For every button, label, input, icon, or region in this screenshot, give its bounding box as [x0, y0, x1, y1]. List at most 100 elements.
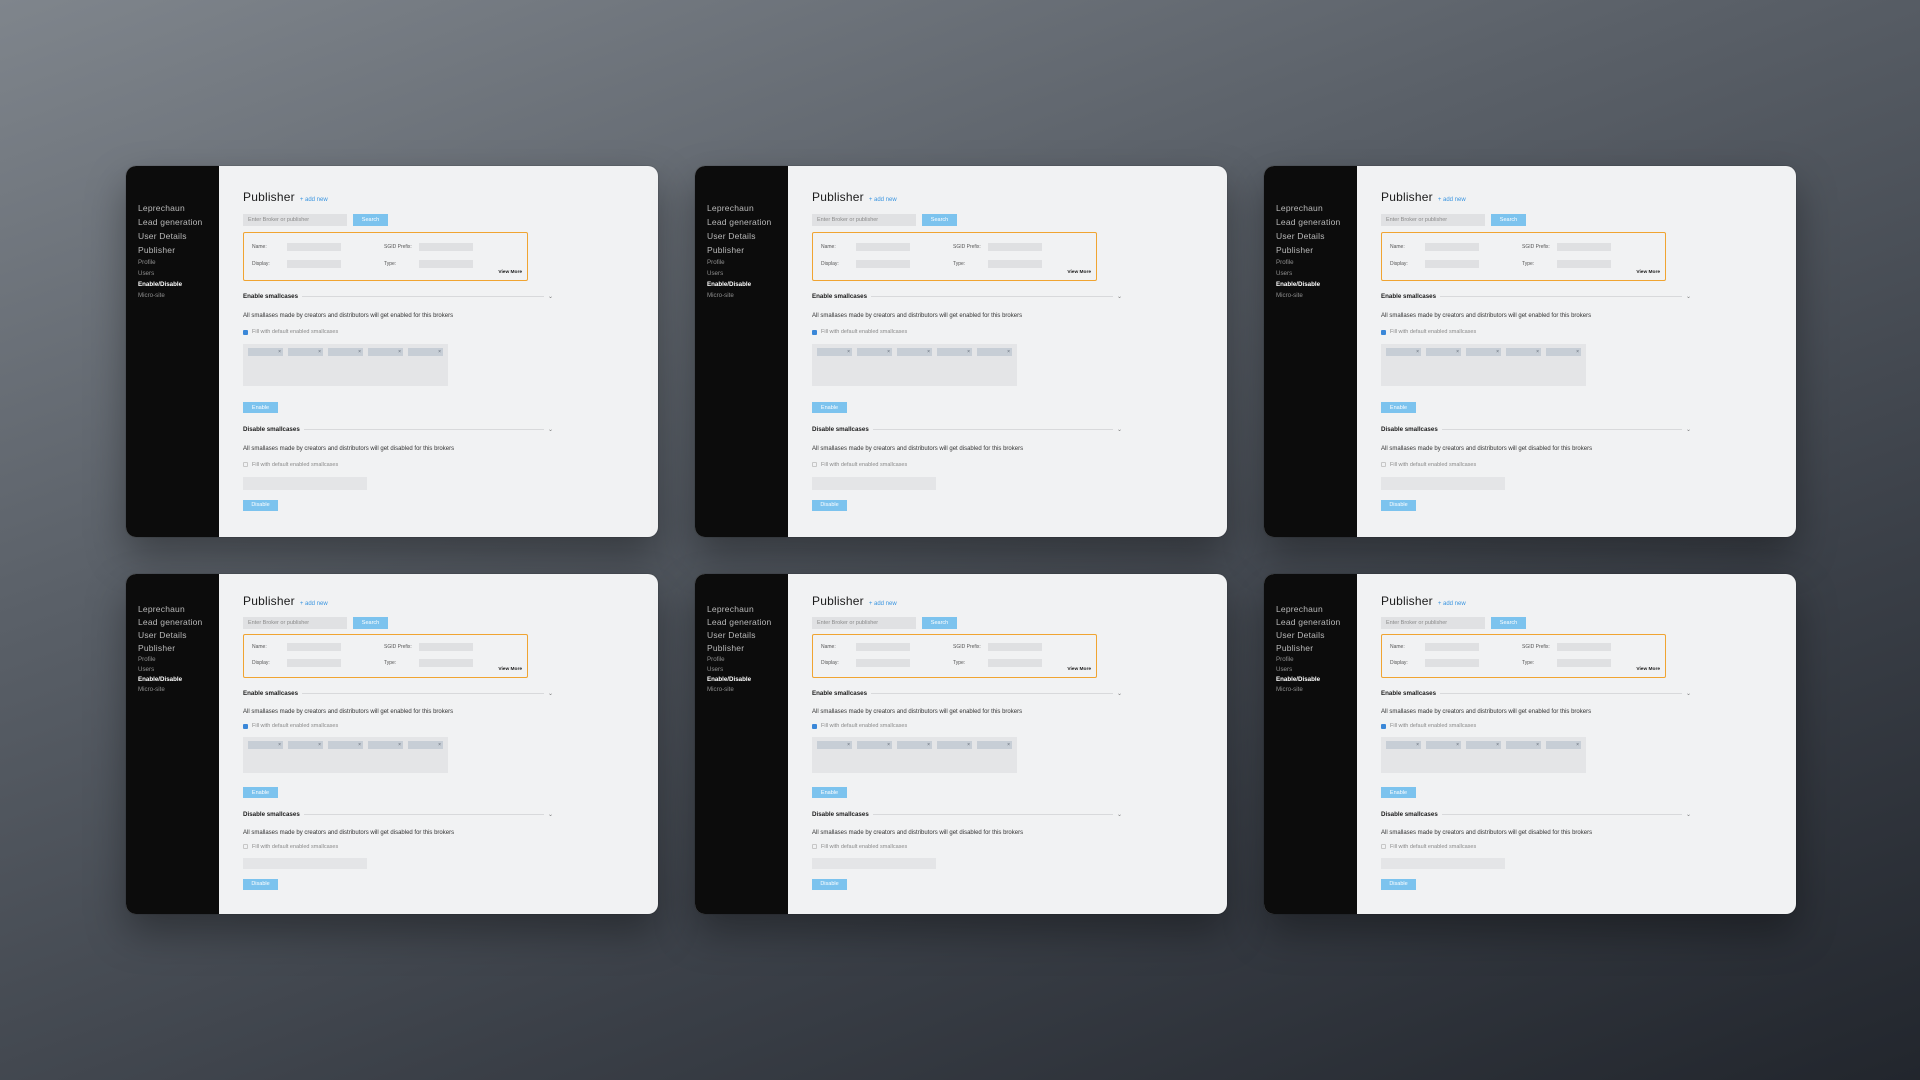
search-input[interactable] [243, 617, 347, 629]
remove-icon[interactable]: × [318, 348, 321, 356]
enable-smallcase-selector[interactable]: × × × × × [1381, 344, 1586, 386]
disable-button[interactable]: Disable [243, 499, 278, 511]
nav-subitem-users[interactable]: Users [707, 268, 788, 279]
collapse-icon[interactable]: ⌄ [1686, 293, 1691, 300]
disable-button[interactable]: Disable [1381, 499, 1416, 511]
nav-item-publisher[interactable]: Publisher [1276, 243, 1357, 257]
disable-button[interactable]: Disable [243, 878, 278, 890]
enable-section-header[interactable]: Enable smallcases ⌄ [1381, 690, 1691, 697]
view-more-link[interactable]: View More [1067, 270, 1091, 275]
enable-default-checkbox[interactable] [1381, 329, 1386, 335]
remove-icon[interactable]: × [1536, 348, 1539, 356]
collapse-icon[interactable]: ⌄ [1117, 811, 1122, 818]
nav-item-user-details[interactable]: User Details [1276, 629, 1357, 642]
enable-default-checkbox[interactable] [243, 329, 248, 335]
disable-default-checkbox-row[interactable]: Fill with default enabled smallcases [1381, 844, 1772, 850]
nav-item-leprechaun[interactable]: Leprechaun [707, 201, 788, 215]
view-more-link[interactable]: View More [1636, 270, 1660, 275]
disable-section-header[interactable]: Disable smallcases ⌄ [1381, 811, 1691, 818]
nav-subitem-profile[interactable]: Profile [1276, 655, 1357, 665]
nav-item-user-details[interactable]: User Details [138, 629, 219, 642]
enable-smallcase-selector[interactable]: × × × × × [1381, 737, 1586, 773]
nav-subitem-profile[interactable]: Profile [138, 655, 219, 665]
nav-subitem-users[interactable]: Users [1276, 665, 1357, 675]
nav-subitem-enable-disable[interactable]: Enable/Disable [138, 675, 219, 685]
remove-icon[interactable]: × [967, 348, 970, 356]
nav-subitem-enable-disable[interactable]: Enable/Disable [1276, 279, 1357, 290]
nav-item-leprechaun[interactable]: Leprechaun [1276, 201, 1357, 215]
add-new-link[interactable]: + add new [1438, 197, 1466, 203]
enable-smallcase-selector[interactable]: × × × × × [243, 737, 448, 773]
smallcase-chip[interactable]: × [288, 741, 323, 749]
enable-button[interactable]: Enable [1381, 787, 1416, 798]
disable-smallcase-selector[interactable] [243, 857, 367, 869]
remove-icon[interactable]: × [847, 348, 850, 356]
enable-section-header[interactable]: Enable smallcases ⌄ [243, 293, 553, 300]
nav-item-user-details[interactable]: User Details [1276, 229, 1357, 243]
nav-subitem-users[interactable]: Users [138, 268, 219, 279]
search-input[interactable] [812, 214, 916, 226]
nav-item-leprechaun[interactable]: Leprechaun [138, 201, 219, 215]
nav-item-lead-generation[interactable]: Lead generation [138, 215, 219, 229]
enable-smallcase-selector[interactable]: × × × × × [243, 344, 448, 386]
enable-default-checkbox-row[interactable]: Fill with default enabled smallcases [243, 329, 634, 335]
smallcase-chip[interactable]: × [897, 741, 932, 749]
disable-section-header[interactable]: Disable smallcases ⌄ [243, 811, 553, 818]
nav-item-lead-generation[interactable]: Lead generation [707, 215, 788, 229]
disable-default-checkbox[interactable] [812, 462, 817, 467]
collapse-icon[interactable]: ⌄ [1686, 811, 1691, 818]
nav-item-user-details[interactable]: User Details [138, 229, 219, 243]
nav-subitem-enable-disable[interactable]: Enable/Disable [1276, 675, 1357, 685]
nav-subitem-profile[interactable]: Profile [138, 257, 219, 268]
smallcase-chip[interactable]: × [1506, 741, 1541, 749]
nav-item-lead-generation[interactable]: Lead generation [1276, 616, 1357, 629]
remove-icon[interactable]: × [1456, 741, 1459, 749]
smallcase-chip[interactable]: × [1466, 741, 1501, 749]
search-button[interactable]: Search [1491, 214, 1526, 226]
remove-icon[interactable]: × [1576, 741, 1579, 749]
add-new-link[interactable]: + add new [1438, 601, 1466, 607]
collapse-icon[interactable]: ⌄ [548, 293, 553, 300]
nav-subitem-profile[interactable]: Profile [707, 655, 788, 665]
disable-default-checkbox-row[interactable]: Fill with default enabled smallcases [812, 462, 1203, 468]
disable-button[interactable]: Disable [1381, 878, 1416, 890]
remove-icon[interactable]: × [438, 741, 441, 749]
remove-icon[interactable]: × [1456, 348, 1459, 356]
disable-smallcase-selector[interactable] [243, 476, 367, 490]
add-new-link[interactable]: + add new [300, 197, 328, 203]
remove-icon[interactable]: × [1576, 348, 1579, 356]
disable-section-header[interactable]: Disable smallcases ⌄ [243, 426, 553, 433]
remove-icon[interactable]: × [398, 348, 401, 356]
smallcase-chip[interactable]: × [977, 348, 1012, 356]
smallcase-chip[interactable]: × [1466, 348, 1501, 356]
remove-icon[interactable]: × [1416, 741, 1419, 749]
collapse-icon[interactable]: ⌄ [548, 811, 553, 818]
search-button[interactable]: Search [353, 214, 388, 226]
enable-section-header[interactable]: Enable smallcases ⌄ [812, 293, 1122, 300]
disable-default-checkbox-row[interactable]: Fill with default enabled smallcases [812, 844, 1203, 850]
smallcase-chip[interactable]: × [937, 348, 972, 356]
nav-item-user-details[interactable]: User Details [707, 229, 788, 243]
enable-button[interactable]: Enable [243, 787, 278, 798]
smallcase-chip[interactable]: × [328, 348, 363, 356]
smallcase-chip[interactable]: × [857, 741, 892, 749]
disable-default-checkbox[interactable] [1381, 462, 1386, 467]
nav-item-leprechaun[interactable]: Leprechaun [1276, 603, 1357, 616]
nav-subitem-users[interactable]: Users [707, 665, 788, 675]
search-button[interactable]: Search [1491, 617, 1526, 629]
smallcase-chip[interactable]: × [977, 741, 1012, 749]
enable-button[interactable]: Enable [812, 402, 847, 413]
disable-button[interactable]: Disable [812, 499, 847, 511]
nav-item-leprechaun[interactable]: Leprechaun [707, 603, 788, 616]
remove-icon[interactable]: × [438, 348, 441, 356]
nav-item-publisher[interactable]: Publisher [707, 642, 788, 655]
nav-subitem-micro-site[interactable]: Micro-site [1276, 290, 1357, 301]
remove-icon[interactable]: × [847, 741, 850, 749]
nav-subitem-users[interactable]: Users [1276, 268, 1357, 279]
enable-default-checkbox-row[interactable]: Fill with default enabled smallcases [1381, 723, 1772, 729]
remove-icon[interactable]: × [398, 741, 401, 749]
collapse-icon[interactable]: ⌄ [1117, 426, 1122, 433]
remove-icon[interactable]: × [278, 348, 281, 356]
add-new-link[interactable]: + add new [869, 601, 897, 607]
disable-smallcase-selector[interactable] [812, 857, 936, 869]
